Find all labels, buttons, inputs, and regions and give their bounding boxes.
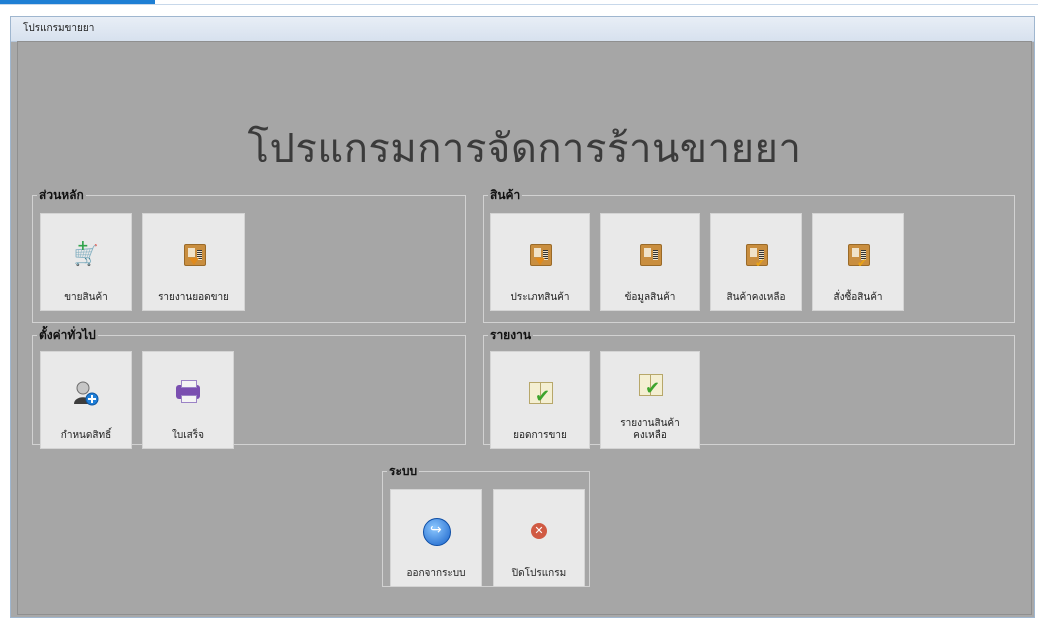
logout-label: ออกจากระบบ — [406, 568, 466, 579]
logout-icon — [423, 518, 451, 546]
stock-report-label-line2: คงเหลือ — [633, 430, 667, 441]
stock-remaining-label: สินค้าคงเหลือ — [726, 292, 786, 303]
sell-products-label: ขายสินค้า — [64, 292, 108, 303]
group-reports-title: รายงาน — [490, 328, 532, 342]
app-title: โปรแกรมการจัดการร้านขายยา — [247, 126, 802, 172]
close-program-button[interactable]: ✕ ปิดโปรแกรม — [493, 489, 585, 587]
product-category-label: ประเภทสินค้า — [510, 292, 570, 303]
window-titlebar: โปรแกรมขายยา — [11, 17, 1034, 42]
sales-total-button[interactable]: ✔ ยอดการขาย — [490, 351, 590, 449]
close-program-label: ปิดโปรแกรม — [511, 568, 567, 579]
stock-report-label-line1: รายงานสินค้า — [620, 418, 680, 429]
cart-add-icon: 🛒 + — [73, 238, 99, 267]
client-area: โปรแกรมการจัดการร้านขายยา ส่วนหลัก 🛒 + ข… — [17, 41, 1032, 615]
group-products-title: สินค้า — [490, 188, 521, 202]
group-main-title: ส่วนหลัก — [39, 188, 84, 202]
group-settings-title: ตั้งค่าทั่วไป — [39, 328, 96, 342]
permissions-button[interactable]: กำหนดสิทธิ์ — [40, 351, 132, 449]
stock-report-button[interactable]: ✔ รายงานสินค้า คงเหลือ — [600, 351, 700, 449]
order-products-button[interactable]: ✔ สั่งซื้อสินค้า — [812, 213, 904, 311]
main-window: โปรแกรมขายยา โปรแกรมการจัดการร้านขายยา ส… — [10, 16, 1035, 618]
book-check-icon: ✔ — [527, 380, 553, 407]
group-main: ส่วนหลัก 🛒 + ขายสินค้า รายงานยอดขาย — [32, 186, 466, 323]
group-system-title: ระบบ — [389, 464, 418, 478]
product-info-label: ข้อมูลสินค้า — [624, 292, 676, 303]
group-system: ระบบ ออกจากระบบ ✕ ปิดโปรแกรม — [382, 462, 590, 587]
printer-icon — [175, 380, 201, 406]
add-user-icon — [73, 380, 99, 406]
sell-products-button[interactable]: 🛒 + ขายสินค้า — [40, 213, 132, 311]
sales-report-button[interactable]: รายงานยอดขาย — [142, 213, 245, 311]
book-check-icon: ✔ — [637, 372, 663, 399]
box-download-icon — [527, 242, 553, 268]
sales-report-label: รายงานยอดขาย — [158, 292, 229, 303]
product-category-button[interactable]: ประเภทสินค้า — [490, 213, 590, 311]
logout-button[interactable]: ออกจากระบบ — [390, 489, 482, 587]
box-check-icon: ✔ — [743, 242, 769, 270]
box-check-icon: ✔ — [845, 242, 871, 270]
group-reports: รายงาน ✔ ยอดการขาย ✔ รายงานสินค้า คงเหลื… — [483, 326, 1015, 449]
sales-total-label: ยอดการขาย — [513, 430, 567, 441]
group-settings: ตั้งค่าทั่วไป กำหนดสิทธิ์ ใบเสร็จ — [32, 326, 466, 449]
product-info-button[interactable]: ข้อมูลสินค้า — [600, 213, 700, 311]
order-products-label: สั่งซื้อสินค้า — [833, 292, 883, 303]
box-download-icon — [181, 242, 207, 268]
receipt-button[interactable]: ใบเสร็จ — [142, 351, 234, 449]
stock-remaining-button[interactable]: ✔ สินค้าคงเหลือ — [710, 213, 802, 311]
top-divider — [0, 4, 1038, 5]
stock-report-label: รายงานสินค้า คงเหลือ — [601, 418, 699, 442]
permissions-label: กำหนดสิทธิ์ — [60, 430, 112, 441]
box-icon — [637, 242, 663, 268]
close-icon: ✕ — [526, 518, 552, 544]
group-products: สินค้า ประเภทสินค้า ข้อมูลสินค้า ✔ สินค้… — [483, 186, 1015, 323]
window-title: โปรแกรมขายยา — [23, 23, 95, 34]
receipt-label: ใบเสร็จ — [172, 430, 204, 441]
